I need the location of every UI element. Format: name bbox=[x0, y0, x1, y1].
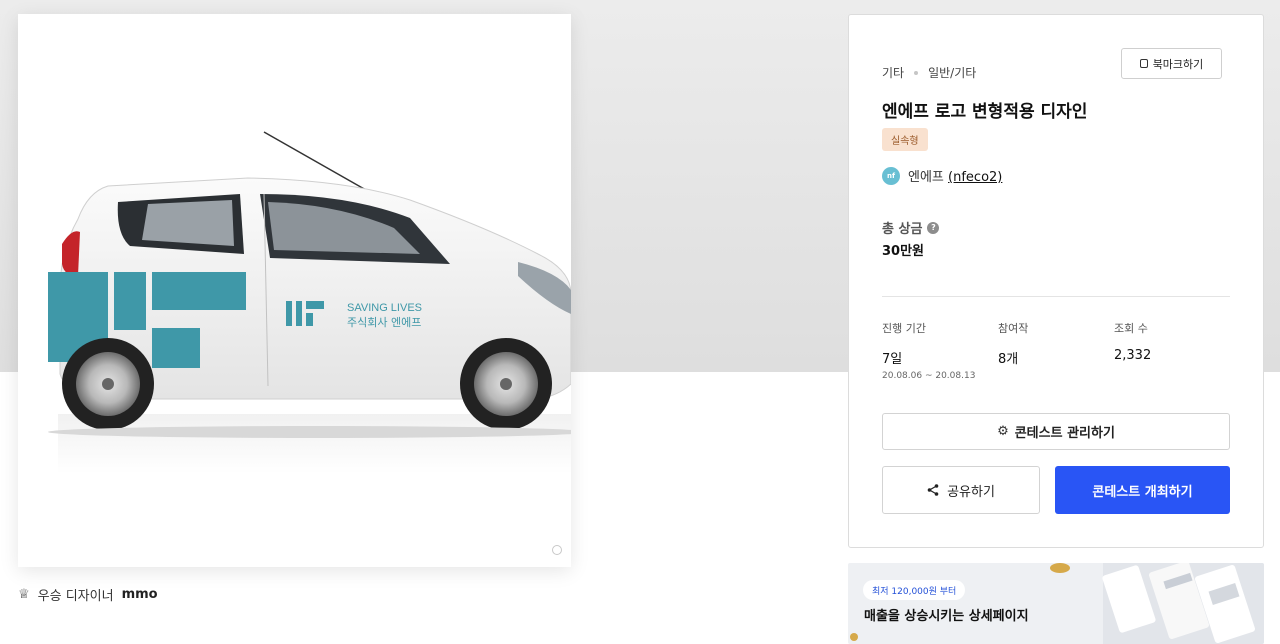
manage-contest-button[interactable]: ⚙ 콘테스트 관리하기 bbox=[882, 413, 1230, 450]
winner-info: ♕ 우승 디자이너 mmo bbox=[18, 584, 158, 604]
breadcrumb-category[interactable]: 기타 bbox=[882, 64, 904, 81]
artwork-text-2: 주식회사 엔에프 bbox=[347, 316, 421, 329]
trophy-icon: ♕ bbox=[18, 586, 30, 602]
winner-name[interactable]: mmo bbox=[122, 587, 158, 602]
stat-period: 진행 기간 7일 20.08.06 ~ 20.08.13 bbox=[882, 320, 975, 381]
host-avatar: nf bbox=[882, 166, 900, 185]
stat-views: 조회 수 2,332 bbox=[1114, 320, 1151, 363]
share-icon bbox=[927, 484, 939, 496]
car-mockup-image: SAVING LIVES 주식회사 엔에프 bbox=[48, 131, 571, 474]
stat-period-label: 진행 기간 bbox=[882, 322, 926, 335]
prize-label-text: 총 상금 bbox=[882, 222, 923, 237]
winner-label: 우승 디자이너 bbox=[37, 588, 114, 604]
host-contest-button[interactable]: 콘테스트 개최하기 bbox=[1055, 466, 1230, 514]
contest-title: 엔에프 로고 변형적용 디자인 bbox=[882, 102, 1088, 122]
ad-banner[interactable]: 최저 120,000원 부터 매출을 상승시키는 상세페이지 bbox=[848, 563, 1264, 644]
stat-entries: 참여작 8개 bbox=[998, 320, 1028, 367]
share-button[interactable]: 공유하기 bbox=[882, 466, 1040, 514]
bookmark-icon bbox=[1139, 59, 1148, 68]
stat-period-dates: 20.08.06 ~ 20.08.13 bbox=[882, 371, 976, 381]
help-icon[interactable]: ? bbox=[927, 221, 940, 234]
divider bbox=[882, 296, 1230, 297]
bookmark-label: 북마크하기 bbox=[1152, 57, 1204, 71]
manage-contest-label: 콘테스트 관리하기 bbox=[1014, 426, 1115, 441]
contest-panel: 기타 일반/기타 북마크하기 엔에프 로고 변형적용 디자인 실속형 nf 엔에… bbox=[848, 14, 1264, 548]
stat-views-value: 2,332 bbox=[1114, 348, 1152, 363]
host-handle-link[interactable]: (nfeco2) bbox=[948, 170, 1002, 185]
gear-icon: ⚙ bbox=[997, 424, 1009, 439]
host-info: nf 엔에프 (nfeco2) bbox=[882, 166, 1002, 185]
artwork-text-1: SAVING LIVES bbox=[347, 302, 422, 314]
tier-badge: 실속형 bbox=[882, 128, 928, 151]
stat-entries-value: 8개 bbox=[998, 352, 1019, 367]
prize-label: 총 상금 ? bbox=[882, 218, 940, 237]
winning-artwork[interactable]: SAVING LIVES 주식회사 엔에프 bbox=[18, 14, 571, 567]
stat-period-value: 7일 bbox=[882, 352, 903, 367]
stat-entries-label: 참여작 bbox=[998, 322, 1029, 335]
share-label: 공유하기 bbox=[947, 484, 995, 500]
ad-illustration bbox=[850, 563, 1264, 644]
host-name: 엔에프 bbox=[908, 170, 944, 185]
breadcrumb-subcategory[interactable]: 일반/기타 bbox=[928, 64, 976, 81]
breadcrumb-separator bbox=[914, 70, 919, 75]
prize-value: 30만원 bbox=[882, 244, 925, 259]
ad-price-pill: 최저 120,000원 부터 bbox=[863, 580, 966, 600]
ad-headline: 매출을 상승시키는 상세페이지 bbox=[864, 609, 1029, 624]
info-icon[interactable] bbox=[552, 545, 562, 555]
breadcrumb: 기타 일반/기타 bbox=[882, 64, 976, 81]
bookmark-button[interactable]: 북마크하기 bbox=[1121, 48, 1222, 79]
stat-views-label: 조회 수 bbox=[1114, 322, 1148, 335]
